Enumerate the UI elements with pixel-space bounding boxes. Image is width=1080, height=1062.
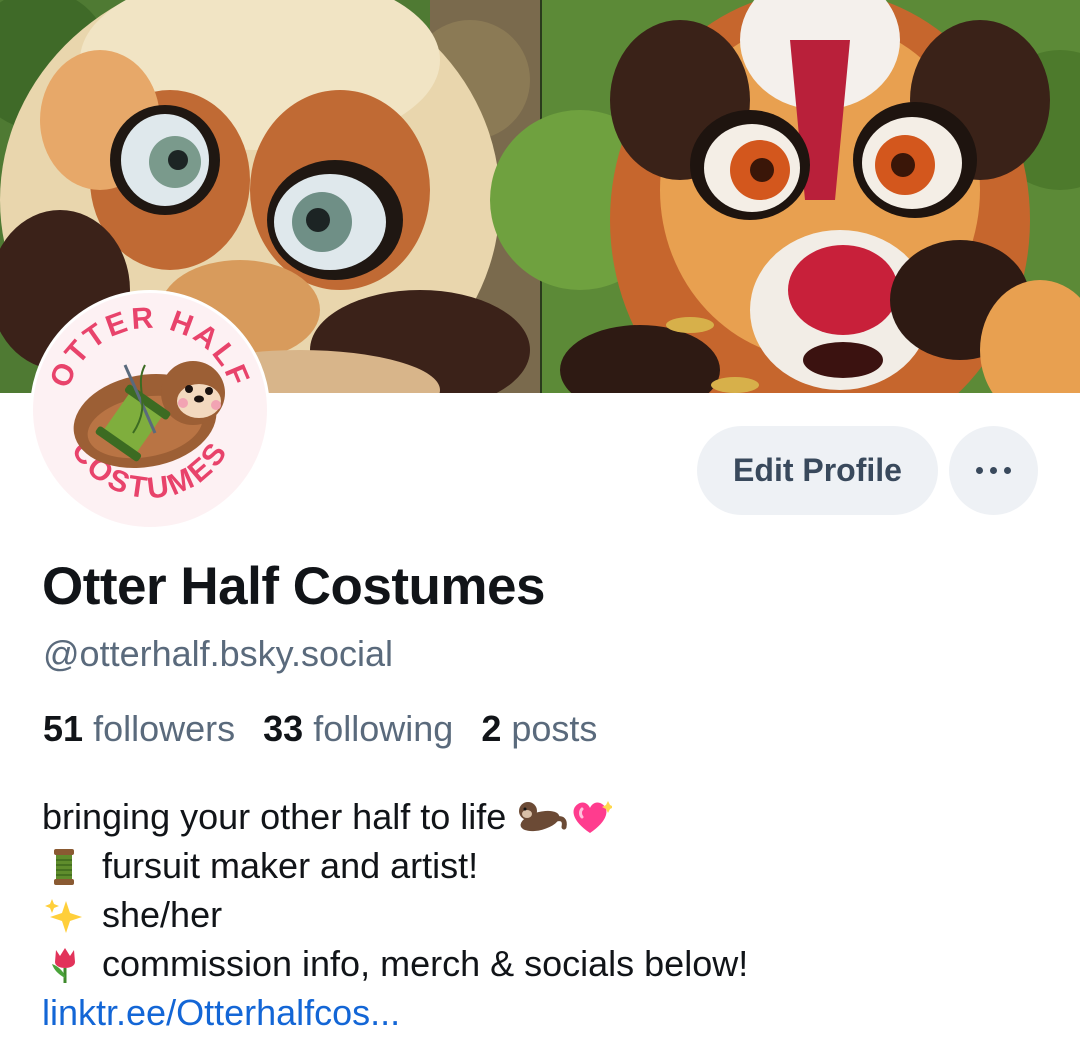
followers-count: 51 <box>43 708 84 749</box>
following-label: following <box>313 708 454 749</box>
bio-link[interactable]: linktr.ee/Otterhalfcos... <box>42 988 400 1037</box>
otter-half-logo: OTTER HALF OTTER HALF COSTUMES <box>33 293 267 527</box>
edit-profile-button[interactable]: Edit Profile <box>697 426 938 515</box>
avatar[interactable]: OTTER HALF OTTER HALF COSTUMES <box>30 290 270 530</box>
sparkling-heart-icon <box>573 800 613 833</box>
posts-label: posts <box>511 708 598 749</box>
otter-emoji-icon <box>519 801 568 831</box>
following-count: 33 <box>263 708 304 749</box>
bio-line-2: fursuit maker and artist! <box>102 845 479 886</box>
more-options-button[interactable] <box>949 426 1038 515</box>
profile-handle: @otterhalf.bsky.social <box>43 633 394 674</box>
sparkles-icon <box>45 898 82 933</box>
more-options-icon <box>976 467 983 474</box>
followers-stat[interactable]: 51 followers <box>43 708 235 749</box>
bio-line-1: bringing your other half to life <box>42 796 507 837</box>
following-stat[interactable]: 33 following <box>263 708 453 749</box>
tulip-icon <box>52 947 75 983</box>
edit-profile-label: Edit Profile <box>733 452 902 488</box>
profile-bio: bringing your other half to life fursuit… <box>42 792 748 1037</box>
bio-line-3: she/her <box>102 894 223 935</box>
followers-label: followers <box>93 708 236 749</box>
bio-line-4: commission info, merch & socials below! <box>102 943 749 984</box>
profile-stats: 51 followers 33 following 2 posts <box>43 708 597 750</box>
posts-count: 2 <box>481 708 502 749</box>
posts-stat: 2 posts <box>481 708 597 749</box>
display-name: Otter Half Costumes <box>42 557 545 616</box>
thread-spool-icon <box>54 848 74 885</box>
